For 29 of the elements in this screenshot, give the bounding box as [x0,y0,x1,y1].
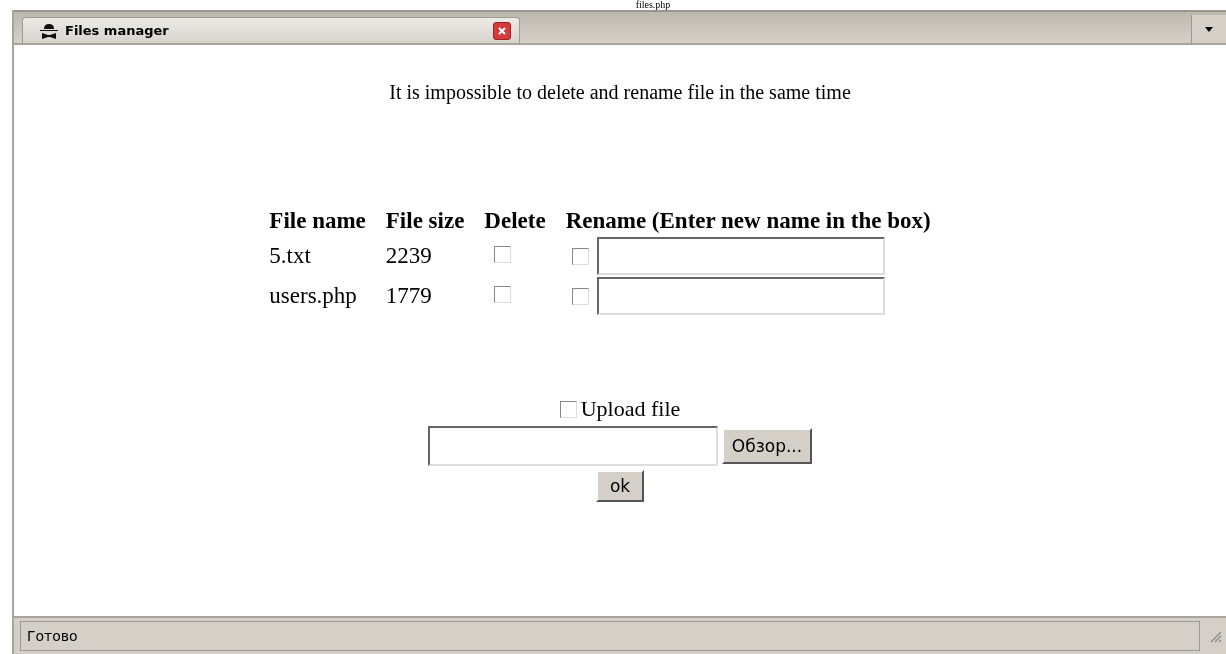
notice-text: It is impossible to delete and rename file in the same time [389,81,851,104]
upload-label: Upload file [580,396,681,422]
spy-icon [39,22,59,39]
rename-checkbox[interactable] [571,287,589,305]
column-header: File name [269,208,366,234]
ok-button[interactable]: ok [595,470,645,502]
browser-tab[interactable]: Files manager [22,17,520,43]
resize-grip-icon [1208,629,1222,643]
new-name-field[interactable] [596,277,885,315]
file-name-cell: users.php [269,283,357,308]
caret-icon [1205,26,1213,32]
new-name-field[interactable] [596,237,885,275]
status-text: Готово [20,621,1200,651]
file-path-field[interactable] [427,426,718,466]
upload-checkbox[interactable] [559,400,577,418]
column-header: Delete [484,208,546,234]
rename-checkbox[interactable] [571,247,589,265]
delete-checkbox[interactable] [494,286,512,303]
tab-label: Files manager [65,23,170,38]
column-header: Rename (Enter new name in the box) [565,208,931,234]
window-title: files.php [634,0,672,10]
close-icon[interactable] [493,21,511,40]
column-header: File size [385,208,465,234]
file-size-cell: 1779 [385,283,432,308]
browse-button[interactable]: Обзор... [721,428,813,464]
tab-list-button[interactable] [1191,15,1226,43]
file-size-cell: 2239 [385,243,432,268]
file-name-cell: 5.txt [269,243,311,268]
delete-checkbox[interactable] [494,246,512,263]
